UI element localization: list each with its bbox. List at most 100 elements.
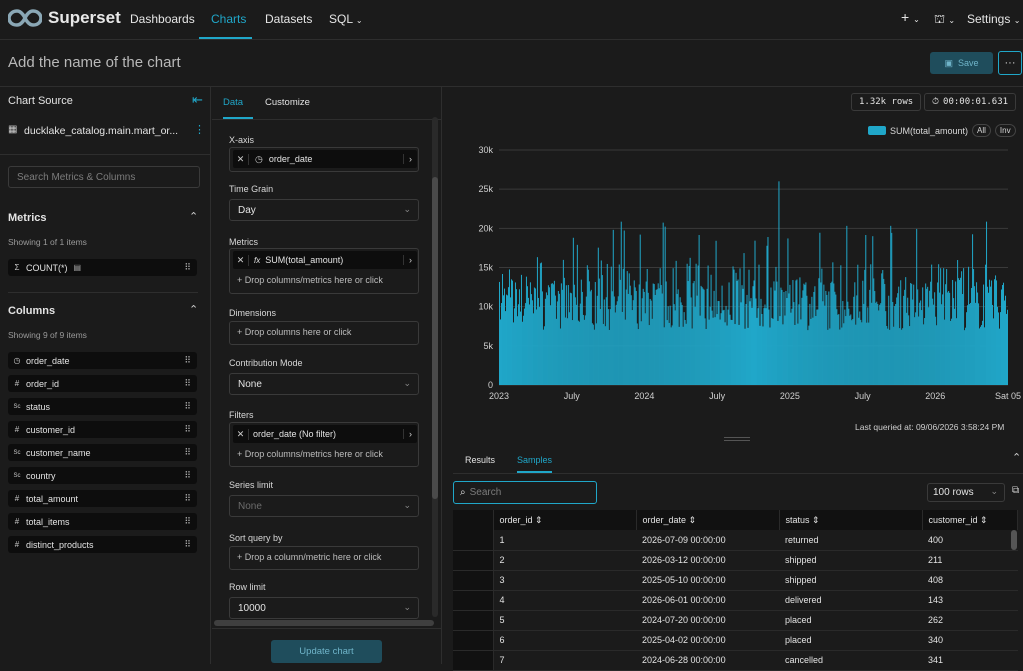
- bar[interactable]: [559, 328, 561, 386]
- bar[interactable]: [884, 284, 886, 385]
- bar[interactable]: [793, 302, 795, 385]
- bar[interactable]: [980, 326, 982, 385]
- bar[interactable]: [807, 330, 809, 385]
- bar[interactable]: [593, 329, 595, 385]
- search-metrics-columns-input[interactable]: Search Metrics & Columns: [8, 166, 200, 188]
- bar[interactable]: [779, 316, 781, 385]
- bar[interactable]: [802, 290, 804, 385]
- bar[interactable]: [885, 311, 887, 385]
- bar[interactable]: [974, 286, 976, 385]
- bar[interactable]: [648, 325, 650, 385]
- bar[interactable]: [523, 308, 525, 385]
- bar[interactable]: [831, 281, 833, 385]
- series-limit-select[interactable]: None ⌄: [229, 495, 419, 517]
- bar[interactable]: [814, 286, 816, 385]
- bar[interactable]: [848, 308, 850, 385]
- bar[interactable]: [530, 294, 532, 385]
- bar[interactable]: [717, 300, 719, 385]
- column-header[interactable]: order_date ⇕: [636, 510, 780, 530]
- bar[interactable]: [508, 269, 510, 385]
- legend-invert-button[interactable]: Inv: [994, 124, 1016, 137]
- bar[interactable]: [878, 310, 880, 385]
- bar[interactable]: [728, 282, 730, 385]
- add-new-button[interactable]: + ⌄: [901, 9, 920, 25]
- bar[interactable]: [560, 283, 562, 385]
- bar[interactable]: [787, 238, 789, 385]
- bar[interactable]: [993, 318, 995, 385]
- bar[interactable]: [821, 268, 823, 385]
- bar[interactable]: [572, 237, 574, 385]
- bar[interactable]: [531, 300, 533, 385]
- bar[interactable]: [532, 313, 534, 385]
- bar[interactable]: [777, 320, 779, 385]
- chevron-right-icon[interactable]: ›: [403, 429, 417, 439]
- bar[interactable]: [864, 269, 866, 385]
- bar[interactable]: [991, 280, 993, 385]
- bar[interactable]: [764, 304, 766, 386]
- bar[interactable]: [783, 292, 785, 385]
- bar[interactable]: [786, 298, 788, 385]
- column-item[interactable]: Sc customer_name ⠿: [8, 444, 197, 461]
- bar[interactable]: [824, 305, 826, 385]
- bar[interactable]: [692, 283, 694, 385]
- bar[interactable]: [681, 304, 683, 385]
- bar[interactable]: [819, 232, 821, 385]
- settings-menu[interactable]: Settings ⌄: [967, 12, 1020, 26]
- bar[interactable]: [721, 285, 723, 385]
- tab-customize[interactable]: Customize: [265, 97, 310, 108]
- bar[interactable]: [622, 268, 624, 385]
- bar[interactable]: [890, 225, 892, 385]
- bar[interactable]: [817, 309, 819, 385]
- bar[interactable]: [628, 273, 630, 385]
- bar[interactable]: [574, 297, 576, 385]
- bar[interactable]: [902, 328, 904, 385]
- bar[interactable]: [683, 312, 685, 385]
- bar[interactable]: [836, 309, 838, 385]
- bar[interactable]: [618, 264, 620, 385]
- bar[interactable]: [747, 327, 749, 385]
- bar[interactable]: [868, 322, 870, 385]
- bar[interactable]: [548, 287, 550, 385]
- bar[interactable]: [998, 312, 1000, 385]
- bar[interactable]: [986, 221, 988, 385]
- bar[interactable]: [752, 286, 754, 385]
- bar[interactable]: [625, 289, 627, 385]
- bar[interactable]: [871, 302, 873, 385]
- bar[interactable]: [512, 322, 514, 385]
- bar[interactable]: [904, 289, 906, 385]
- bar[interactable]: [972, 234, 974, 385]
- bar[interactable]: [828, 291, 830, 385]
- bar[interactable]: [610, 266, 612, 385]
- drag-handle-icon[interactable]: ⠿: [184, 401, 191, 412]
- bar[interactable]: [679, 297, 681, 385]
- chevron-up-icon[interactable]: ⌃: [1012, 451, 1021, 464]
- bar[interactable]: [914, 317, 916, 385]
- bar[interactable]: [782, 324, 784, 385]
- results-search-input[interactable]: ⌕ Search: [453, 481, 597, 504]
- bar[interactable]: [851, 320, 853, 385]
- bar[interactable]: [675, 260, 677, 385]
- bar[interactable]: [846, 225, 848, 385]
- bar[interactable]: [571, 320, 573, 385]
- bar[interactable]: [584, 315, 586, 385]
- bar[interactable]: [549, 305, 551, 385]
- bar[interactable]: [799, 277, 801, 385]
- drag-handle-icon[interactable]: ⠿: [184, 424, 191, 435]
- bar[interactable]: [654, 295, 656, 385]
- bar[interactable]: [639, 234, 641, 385]
- column-header[interactable]: status ⇕: [779, 510, 923, 530]
- bar[interactable]: [534, 288, 536, 385]
- bar[interactable]: [772, 318, 774, 385]
- drop-columns-zone[interactable]: + Drop columns here or click: [237, 327, 351, 337]
- bar[interactable]: [1003, 282, 1005, 385]
- bar[interactable]: [511, 280, 513, 385]
- tab-results[interactable]: Results: [465, 455, 495, 465]
- bar[interactable]: [861, 322, 863, 385]
- bar[interactable]: [1006, 313, 1007, 385]
- drop-sort-zone[interactable]: + Drop a column/metric here or click: [237, 552, 381, 562]
- bar[interactable]: [608, 329, 610, 385]
- bar[interactable]: [667, 306, 669, 385]
- bar[interactable]: [860, 319, 862, 385]
- bar[interactable]: [959, 279, 961, 385]
- chevron-right-icon[interactable]: ›: [403, 255, 417, 265]
